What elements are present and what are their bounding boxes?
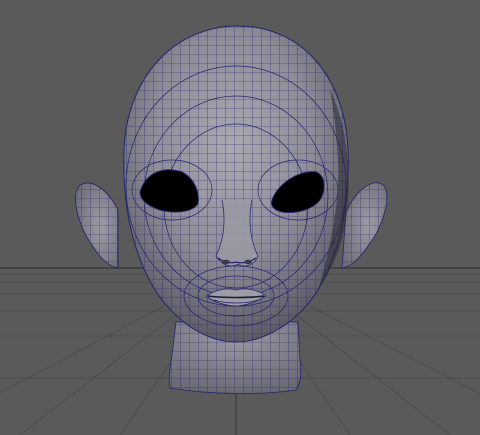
3d-viewport[interactable] <box>0 0 480 435</box>
viewport-canvas[interactable] <box>0 0 480 435</box>
left-ear[interactable] <box>70 175 125 275</box>
